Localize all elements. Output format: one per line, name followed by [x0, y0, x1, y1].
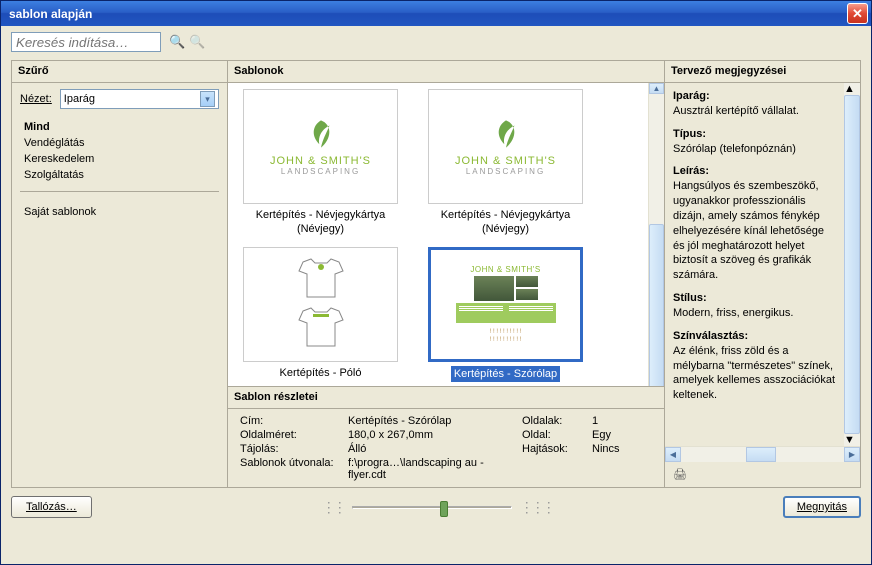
detail-value: 1	[592, 415, 652, 427]
tshirt-icon	[291, 257, 351, 302]
notes-scrollbar[interactable]: ▲ ▼	[844, 83, 860, 446]
photo-placeholder	[474, 276, 514, 301]
template-item[interactable]: JOHN & SMITH'S LANDSCAPING Kertépítés - …	[423, 89, 588, 237]
titlebar: sablon alapján ✕	[1, 1, 871, 26]
filter-item-custom[interactable]: Saját sablonok	[20, 204, 219, 220]
filter-item-hospitality[interactable]: Vendéglátás	[20, 135, 219, 151]
scroll-up-icon[interactable]: ▲	[649, 83, 664, 94]
detail-label: Oldal:	[522, 429, 592, 441]
template-thumbnail	[243, 247, 398, 362]
view-select[interactable]: Iparág ▾	[60, 89, 219, 109]
template-thumbnail: JOHN & SMITH'S ! ! ! ! ! ! ! ! ! ! ! ! !…	[428, 247, 583, 362]
tshirt-icon	[291, 306, 351, 351]
detail-value: Nincs	[592, 443, 652, 455]
template-caption: Kertépítés - Névjegykártya (Névjegy)	[423, 208, 588, 237]
templates-scrollbar[interactable]: ▲ ▼	[648, 83, 664, 386]
detail-value: Egy	[592, 429, 652, 441]
notes-header: Tervező megjegyzései	[665, 61, 860, 83]
template-caption: Kertépítés - Névjegykártya (Névjegy)	[238, 208, 403, 237]
close-button[interactable]: ✕	[847, 3, 868, 24]
leaf-icon	[304, 117, 338, 151]
view-select-value: Iparág	[64, 93, 95, 105]
templates-grid: JOHN & SMITH'S LANDSCAPING Kertépítés - …	[228, 83, 648, 386]
zoom-slider[interactable]	[322, 499, 553, 516]
filter-separator	[20, 191, 219, 196]
leaf-icon	[489, 117, 523, 151]
filter-header: Szűrő	[12, 61, 227, 83]
scroll-thumb[interactable]	[746, 447, 776, 462]
window-title: sablon alapján	[9, 7, 847, 21]
scroll-up-icon[interactable]: ▲	[844, 83, 860, 95]
detail-label: Tájolás:	[240, 443, 348, 455]
detail-value: Álló	[348, 443, 522, 455]
filter-item-service[interactable]: Szolgáltatás	[20, 167, 219, 183]
slider-track[interactable]	[352, 506, 512, 509]
search-icon[interactable]: 🔍	[169, 34, 185, 50]
scroll-right-icon[interactable]: ▶	[844, 447, 860, 462]
template-item[interactable]: Kertépítés - Póló	[238, 247, 403, 382]
detail-label: Hajtások:	[522, 443, 592, 455]
close-icon: ✕	[852, 6, 863, 22]
scroll-down-icon[interactable]: ▼	[844, 434, 860, 446]
detail-label: Sablonok útvonala:	[240, 457, 348, 469]
detail-label: Oldalméret:	[240, 429, 348, 441]
chevron-down-icon: ▾	[200, 91, 215, 107]
template-caption: Kertépítés - Szórólap	[451, 366, 560, 382]
notes-hscrollbar[interactable]: ◀ ▶	[665, 446, 860, 462]
scroll-thumb[interactable]	[649, 224, 664, 386]
template-caption: Kertépítés - Póló	[280, 366, 362, 380]
open-button[interactable]: Megnyitás	[783, 496, 861, 518]
detail-value: 180,0 x 267,0mm	[348, 429, 522, 441]
designer-notes: Iparág: Ausztrál kertépítő vállalat. Típ…	[665, 83, 844, 446]
print-icon[interactable]: 🖨	[665, 462, 860, 487]
filter-item-trade[interactable]: Kereskedelem	[20, 151, 219, 167]
search-advanced-icon[interactable]: 🔍	[189, 34, 205, 50]
scroll-thumb[interactable]	[844, 95, 860, 434]
templates-header: Sablonok	[228, 61, 664, 83]
template-thumbnail: JOHN & SMITH'S LANDSCAPING	[243, 89, 398, 204]
view-large-icon[interactable]	[520, 499, 553, 516]
template-item[interactable]: JOHN & SMITH'S LANDSCAPING Kertépítés - …	[238, 89, 403, 237]
filter-item-all[interactable]: Mind	[20, 119, 219, 135]
detail-value: Kertépítés - Szórólap	[348, 415, 522, 427]
detail-label: Cím:	[240, 415, 348, 427]
detail-value: f:\progra…\landscaping au - flyer.cdt	[348, 457, 522, 481]
scroll-left-icon[interactable]: ◀	[665, 447, 681, 462]
view-small-icon[interactable]	[322, 499, 344, 516]
details-header: Sablon részletei	[228, 387, 664, 409]
slider-thumb[interactable]	[440, 501, 448, 517]
browse-button[interactable]: Tallózás…	[11, 496, 92, 518]
template-item-selected[interactable]: JOHN & SMITH'S ! ! ! ! ! ! ! ! ! ! ! ! !…	[423, 247, 588, 382]
search-input[interactable]	[11, 32, 161, 52]
template-thumbnail: JOHN & SMITH'S LANDSCAPING	[428, 89, 583, 204]
view-label: Nézet:	[20, 93, 52, 105]
detail-label: Oldalak:	[522, 415, 592, 427]
